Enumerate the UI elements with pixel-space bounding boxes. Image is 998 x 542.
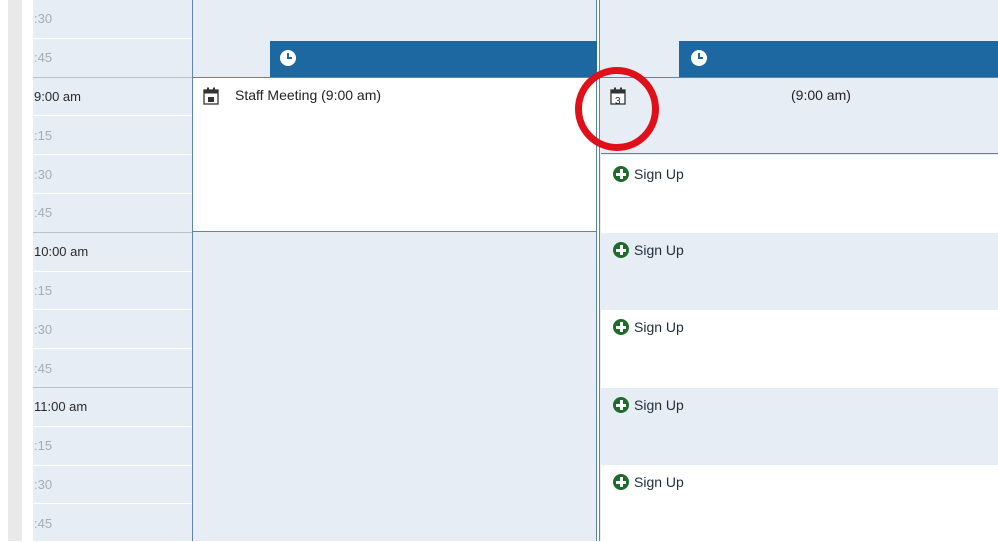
sign-up-label: Sign Up bbox=[634, 319, 684, 335]
staff-meeting-event[interactable]: Staff Meeting (9:00 am) bbox=[192, 77, 597, 232]
signup-slot-5: Sign Up bbox=[601, 465, 998, 541]
time-slot-label: :45 bbox=[33, 193, 192, 232]
highlight-circle-annotation bbox=[575, 67, 659, 151]
signup-slot-1: Sign Up bbox=[601, 155, 998, 233]
clock-icon[interactable] bbox=[280, 50, 296, 66]
sign-up-button[interactable]: Sign Up bbox=[613, 242, 684, 258]
calendar-event-icon bbox=[203, 87, 219, 105]
untitled-event[interactable]: 3 (9:00 am) bbox=[601, 77, 998, 154]
clock-icon[interactable] bbox=[691, 50, 707, 66]
time-slot-label: :30 bbox=[33, 309, 192, 348]
plus-circle-icon bbox=[613, 166, 629, 182]
event-title: Staff Meeting (9:00 am) bbox=[235, 87, 382, 103]
sign-up-button[interactable]: Sign Up bbox=[613, 474, 684, 490]
sign-up-label: Sign Up bbox=[634, 397, 684, 413]
time-header-bar-2 bbox=[679, 41, 998, 77]
sign-up-label: Sign Up bbox=[634, 474, 684, 490]
plus-circle-icon bbox=[613, 242, 629, 258]
time-column: :30 :45 9:00 am :15 :30 :45 10:00 am :15… bbox=[33, 0, 192, 541]
signup-slot-2: Sign Up bbox=[601, 233, 998, 310]
plus-circle-icon bbox=[613, 319, 629, 335]
time-slot-label: :45 bbox=[33, 348, 192, 387]
time-slot-label: 11:00 am bbox=[33, 387, 192, 426]
sign-up-button[interactable]: Sign Up bbox=[613, 319, 684, 335]
plus-circle-icon bbox=[613, 474, 629, 490]
signup-slot-3: Sign Up bbox=[601, 310, 998, 388]
sign-up-button[interactable]: Sign Up bbox=[613, 166, 684, 182]
event-title: (9:00 am) bbox=[791, 87, 851, 103]
time-slot-label: :15 bbox=[33, 425, 192, 465]
sign-up-label: Sign Up bbox=[634, 166, 684, 182]
sign-up-label: Sign Up bbox=[634, 242, 684, 258]
time-slot-label: 10:00 am bbox=[33, 231, 192, 271]
sign-up-button[interactable]: Sign Up bbox=[613, 397, 684, 413]
signup-slot-4: Sign Up bbox=[601, 388, 998, 465]
time-slot-label: :15 bbox=[33, 115, 192, 154]
left-gutter bbox=[8, 0, 22, 541]
time-slot-label: 9:00 am bbox=[33, 76, 192, 116]
time-slot-label: :30 bbox=[33, 0, 192, 38]
plus-circle-icon bbox=[613, 397, 629, 413]
time-slot-label: :30 bbox=[33, 464, 192, 504]
time-slot-label: :45 bbox=[33, 37, 192, 77]
time-header-bar-1 bbox=[270, 41, 597, 77]
time-slot-label: :30 bbox=[33, 154, 192, 193]
time-slot-label: :45 bbox=[33, 503, 192, 542]
time-slot-label: :15 bbox=[33, 270, 192, 310]
